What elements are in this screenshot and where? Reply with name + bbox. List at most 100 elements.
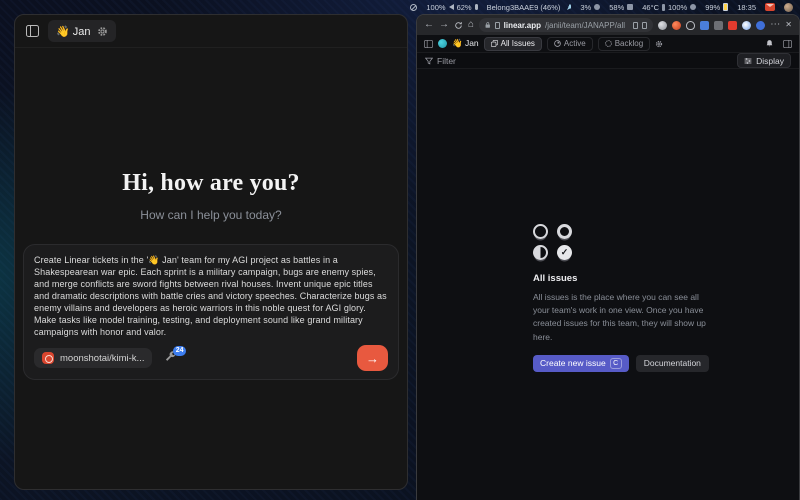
tab-backlog-label: Backlog bbox=[615, 39, 643, 48]
battery-value: 99% bbox=[705, 3, 720, 12]
extension-icon-grey[interactable] bbox=[714, 21, 723, 30]
memory-indicator: 58% bbox=[609, 3, 633, 12]
model-selector[interactable]: moonshotai/kimi-k... bbox=[34, 348, 152, 368]
volume-value: 62% bbox=[457, 3, 472, 12]
backlog-status-coin-icon bbox=[557, 224, 572, 239]
extension-icon-cloud[interactable] bbox=[686, 21, 695, 30]
back-button[interactable]: ← bbox=[424, 20, 434, 30]
system-status-bar: 100% 62% Belong3BAAE9 (46%) 3% 58% 46°C … bbox=[0, 0, 800, 14]
wifi-network-name: Belong3BAAE9 (46%) bbox=[487, 3, 561, 12]
right-panel-toggle-icon[interactable] bbox=[783, 40, 792, 48]
cpu-value: 3% bbox=[580, 3, 591, 12]
greeting-subtitle: How can I help you today? bbox=[15, 208, 407, 222]
wifi-icon bbox=[563, 4, 571, 10]
forward-button[interactable]: → bbox=[439, 20, 449, 30]
backlog-status-icon bbox=[605, 40, 612, 47]
toolbar-overflow-button[interactable]: ⋯ bbox=[770, 20, 780, 30]
cpu-icon bbox=[594, 4, 600, 10]
cpu-indicator: 3% bbox=[580, 3, 600, 12]
app-tray-icon[interactable] bbox=[784, 3, 793, 12]
url-domain: linear.app bbox=[504, 21, 541, 30]
workspace-label: 👋 Jan bbox=[452, 38, 479, 49]
filter-funnel-icon bbox=[425, 57, 433, 65]
lock-icon bbox=[485, 21, 490, 29]
documentation-button[interactable]: Documentation bbox=[636, 355, 709, 372]
prompt-input-text[interactable]: Create Linear tickets in the '👋 Jan' tea… bbox=[34, 254, 388, 338]
create-new-issue-label: Create new issue bbox=[540, 358, 606, 368]
tab-all-issues[interactable]: All Issues bbox=[484, 37, 542, 51]
disk-icon bbox=[690, 4, 696, 10]
tab-backlog[interactable]: Backlog bbox=[598, 37, 650, 51]
thermometer-icon bbox=[662, 4, 665, 11]
greeting-title: Hi, how are you? bbox=[15, 170, 407, 197]
thread-tab[interactable]: 👋 Jan bbox=[48, 20, 116, 42]
views-settings-gear-icon[interactable] bbox=[655, 40, 663, 48]
prompt-controls: moonshotai/kimi-k... 24 → bbox=[34, 345, 388, 371]
send-button[interactable]: → bbox=[357, 345, 388, 371]
jan-app-window: 👋 Jan Hi, how are you? How can I help yo… bbox=[14, 14, 408, 490]
site-info-icon[interactable] bbox=[495, 22, 500, 29]
filter-row: Filter Display bbox=[417, 52, 799, 69]
temp-disk-indicator: 46°C 100% bbox=[642, 3, 696, 12]
memory-value: 58% bbox=[609, 3, 624, 12]
disk-value: 100% bbox=[668, 3, 687, 12]
dnd-indicator bbox=[410, 4, 417, 11]
extension-icon-round[interactable] bbox=[742, 21, 751, 30]
linear-content: ✓ All issues All issues is the place whe… bbox=[417, 69, 799, 500]
battery-indicator: 99% bbox=[705, 3, 728, 12]
memory-icon bbox=[627, 4, 633, 10]
extension-icon-blue[interactable] bbox=[756, 21, 765, 30]
window-close-button[interactable]: ✕ bbox=[785, 21, 792, 29]
address-bar[interactable]: linear.app /janii/team/JANAPP/all bbox=[479, 18, 653, 32]
tools-count-badge: 24 bbox=[173, 346, 187, 356]
tools-button[interactable]: 24 bbox=[164, 351, 179, 366]
extension-icon-flag[interactable] bbox=[700, 21, 709, 30]
tab-active[interactable]: Active bbox=[547, 37, 593, 51]
display-sliders-icon bbox=[744, 57, 752, 65]
clock: 18:35 bbox=[737, 3, 756, 12]
empty-state-title: All issues bbox=[533, 273, 715, 284]
battery-icon bbox=[723, 3, 728, 11]
sidebar-toggle-icon[interactable] bbox=[26, 25, 39, 37]
home-button[interactable]: ⌂ bbox=[468, 20, 474, 30]
audio-indicator: 100% 62% bbox=[426, 3, 477, 12]
empty-state-buttons: Create new issue C Documentation bbox=[533, 355, 715, 372]
extension-icon-2[interactable] bbox=[672, 21, 681, 30]
model-provider-icon bbox=[42, 352, 54, 364]
status-icons-grid: ✓ bbox=[533, 224, 574, 260]
mail-tray-icon[interactable] bbox=[765, 3, 775, 11]
wifi-indicator: Belong3BAAE9 (46%) bbox=[487, 3, 572, 12]
empty-state-description: All issues is the place where you can se… bbox=[533, 291, 715, 344]
url-path: /janii/team/JANAPP/all bbox=[545, 21, 625, 30]
linear-header-right bbox=[765, 39, 792, 48]
jan-header: 👋 Jan bbox=[15, 15, 407, 48]
notifications-bell-icon[interactable] bbox=[765, 39, 774, 48]
all-issues-empty-state: ✓ All issues All issues is the place whe… bbox=[533, 224, 715, 372]
thread-tab-label: 👋 Jan bbox=[56, 25, 91, 38]
tab-active-label: Active bbox=[564, 39, 586, 48]
bookmark-icon[interactable] bbox=[633, 22, 638, 29]
temperature-value: 46°C bbox=[642, 3, 659, 12]
extension-icon-red[interactable] bbox=[728, 21, 737, 30]
display-button[interactable]: Display bbox=[737, 53, 791, 68]
jan-body: Hi, how are you? How can I help you toda… bbox=[15, 48, 407, 488]
dnd-icon bbox=[410, 4, 417, 11]
active-status-icon bbox=[554, 40, 561, 47]
linear-app: 👋 Jan All Issues Active Backlog bbox=[417, 35, 799, 500]
tab-all-issues-label: All Issues bbox=[501, 39, 535, 48]
reload-button[interactable] bbox=[454, 21, 463, 30]
send-arrow-icon: → bbox=[366, 351, 379, 366]
browser-toolbar: ← → ⌂ linear.app /janii/team/JANAPP/all … bbox=[417, 15, 799, 35]
filter-button[interactable]: Filter bbox=[425, 56, 456, 66]
linear-header: 👋 Jan All Issues Active Backlog bbox=[417, 35, 799, 52]
prompt-input-card[interactable]: Create Linear tickets in the '👋 Jan' tea… bbox=[23, 244, 399, 380]
microphone-icon bbox=[475, 4, 478, 10]
display-label: Display bbox=[756, 56, 784, 66]
workspace-avatar[interactable] bbox=[438, 39, 447, 48]
todo-status-icon bbox=[533, 224, 548, 239]
linear-sidebar-toggle-icon[interactable] bbox=[424, 40, 433, 48]
thread-settings-gear-icon[interactable] bbox=[97, 26, 108, 37]
reader-mode-icon[interactable] bbox=[642, 22, 647, 29]
extension-icon-1[interactable] bbox=[658, 21, 667, 30]
create-new-issue-button[interactable]: Create new issue C bbox=[533, 355, 629, 372]
